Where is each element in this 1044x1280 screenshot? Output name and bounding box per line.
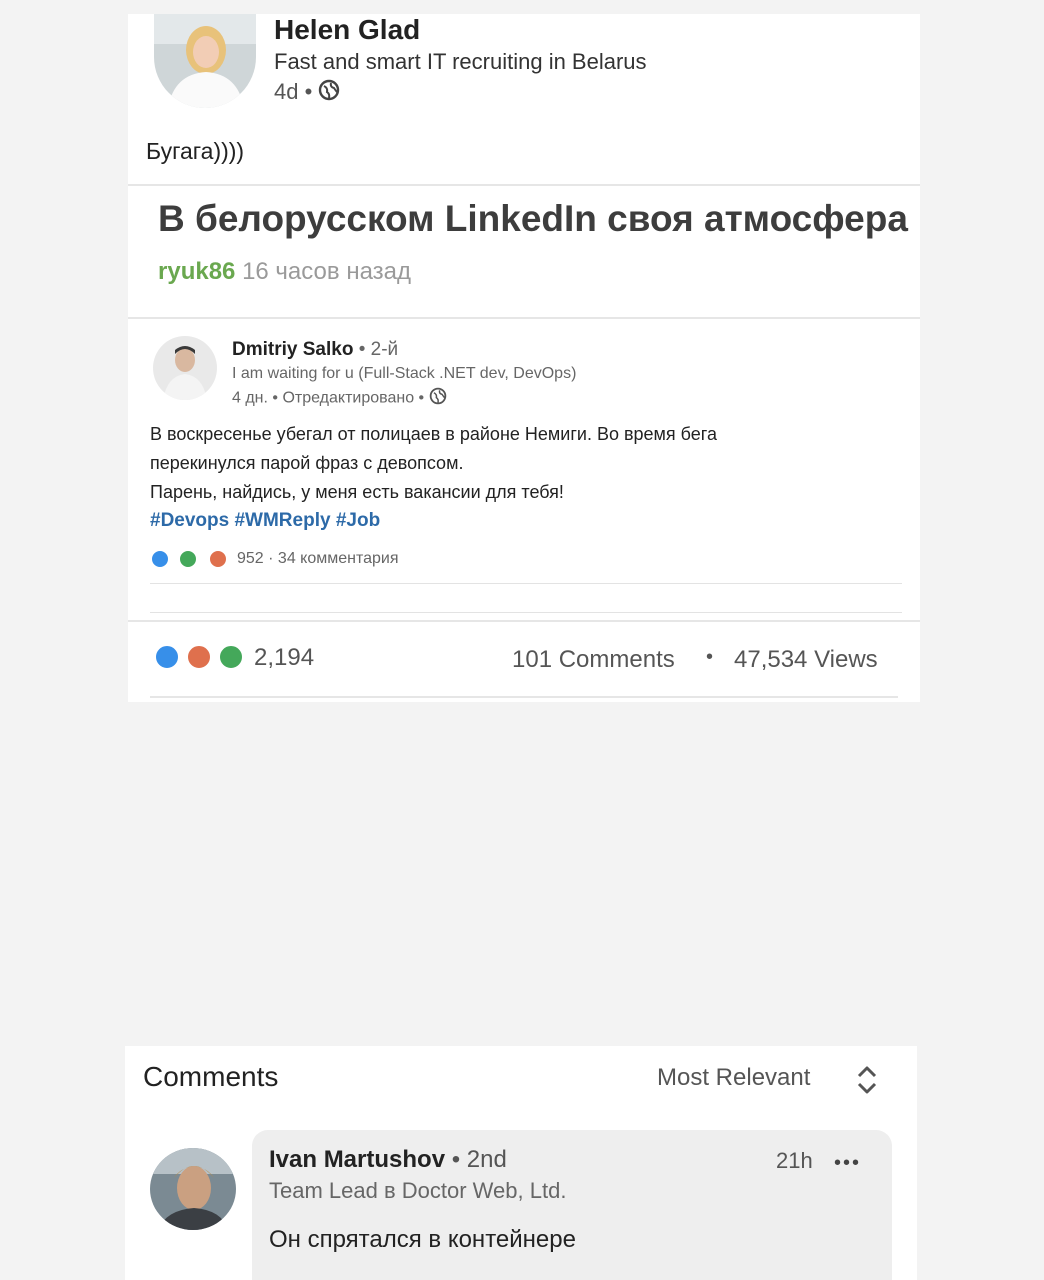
embedded-author-name[interactable]: Dmitriy Salko (232, 339, 353, 360)
embedded-body-line: В воскресенье убегал от полицаев в район… (150, 424, 717, 444)
post-text: Бугага)))) (146, 138, 245, 164)
comment-text: Он спрятался в контейнере (269, 1226, 576, 1253)
love-icon (186, 644, 212, 670)
post-age: 4d (274, 79, 299, 104)
meta-dot: • (304, 79, 313, 104)
article-author[interactable]: ryuk86 (158, 258, 235, 285)
embedded-meta: 4 дн. • Отредактировано • (232, 387, 447, 410)
divider (150, 696, 898, 698)
author-name[interactable]: Helen Glad (274, 14, 420, 46)
embedded-reactions-summary[interactable]: 952 · 34 комментария (237, 550, 399, 568)
comments-header: Comments (143, 1061, 279, 1092)
sort-label: Most Relevant (657, 1064, 811, 1091)
comments-section: Comments Most Relevant Ivan Martushov • … (125, 1046, 917, 1280)
divider (128, 317, 920, 319)
commenter-degree: • 2nd (451, 1146, 507, 1173)
sort-dropdown[interactable]: Most Relevant (657, 1064, 810, 1092)
post-meta: 4d • (274, 79, 340, 107)
embedded-author-line: Dmitriy Salko • 2-й (232, 339, 398, 361)
embedded-degree: • 2-й (358, 339, 399, 360)
comment-time: 21h (776, 1148, 813, 1173)
article-byline: ryuk86 16 часов назад (158, 258, 411, 286)
like-icon (154, 644, 180, 670)
more-options-icon[interactable]: ••• (834, 1152, 861, 1175)
divider (150, 583, 902, 584)
commenter-name[interactable]: Ivan Martushov (269, 1146, 445, 1173)
stats-separator: • (706, 646, 714, 668)
like-icon (150, 549, 170, 569)
embedded-meta-text: 4 дн. • Отредактировано • (232, 389, 425, 407)
love-icon (208, 549, 228, 569)
support-icon (218, 644, 244, 670)
commenter-headline: Team Lead в Doctor Web, Ltd. (269, 1178, 567, 1203)
post-card: Helen Glad Fast and smart IT recruiting … (128, 14, 920, 702)
article-title[interactable]: В белорусском LinkedIn своя атмосфера (158, 198, 908, 240)
divider (128, 184, 920, 186)
embedded-body-line: перекинулся парой фраз с девопсом. (150, 453, 464, 473)
embedded-headline: I am waiting for u (Full-Stack .NET dev,… (232, 365, 577, 382)
globe-icon (318, 79, 340, 107)
comment-bubble: Ivan Martushov • 2nd 21h ••• Team Lead в… (252, 1130, 892, 1280)
embedded-author-avatar[interactable] (153, 336, 217, 400)
divider (128, 620, 920, 622)
divider (150, 612, 902, 613)
commenter-line: Ivan Martushov • 2nd (269, 1146, 507, 1174)
author-headline: Fast and smart IT recruiting in Belarus (274, 49, 647, 74)
embedded-body-line: Парень, найдись, у меня есть вакансии дл… (150, 482, 564, 502)
support-icon (178, 549, 198, 569)
globe-icon (429, 387, 447, 410)
author-avatar[interactable] (154, 14, 256, 108)
comments-count[interactable]: 101 Comments (512, 646, 675, 674)
reactions-count[interactable]: 2,194 (254, 644, 314, 672)
sort-chevron-icon[interactable] (855, 1064, 879, 1101)
views-count: 47,534 Views (734, 646, 878, 673)
embedded-hashtags[interactable]: #Devops #WMReply #Job (150, 510, 380, 532)
commenter-avatar[interactable] (150, 1148, 236, 1230)
article-time: 16 часов назад (242, 258, 411, 285)
